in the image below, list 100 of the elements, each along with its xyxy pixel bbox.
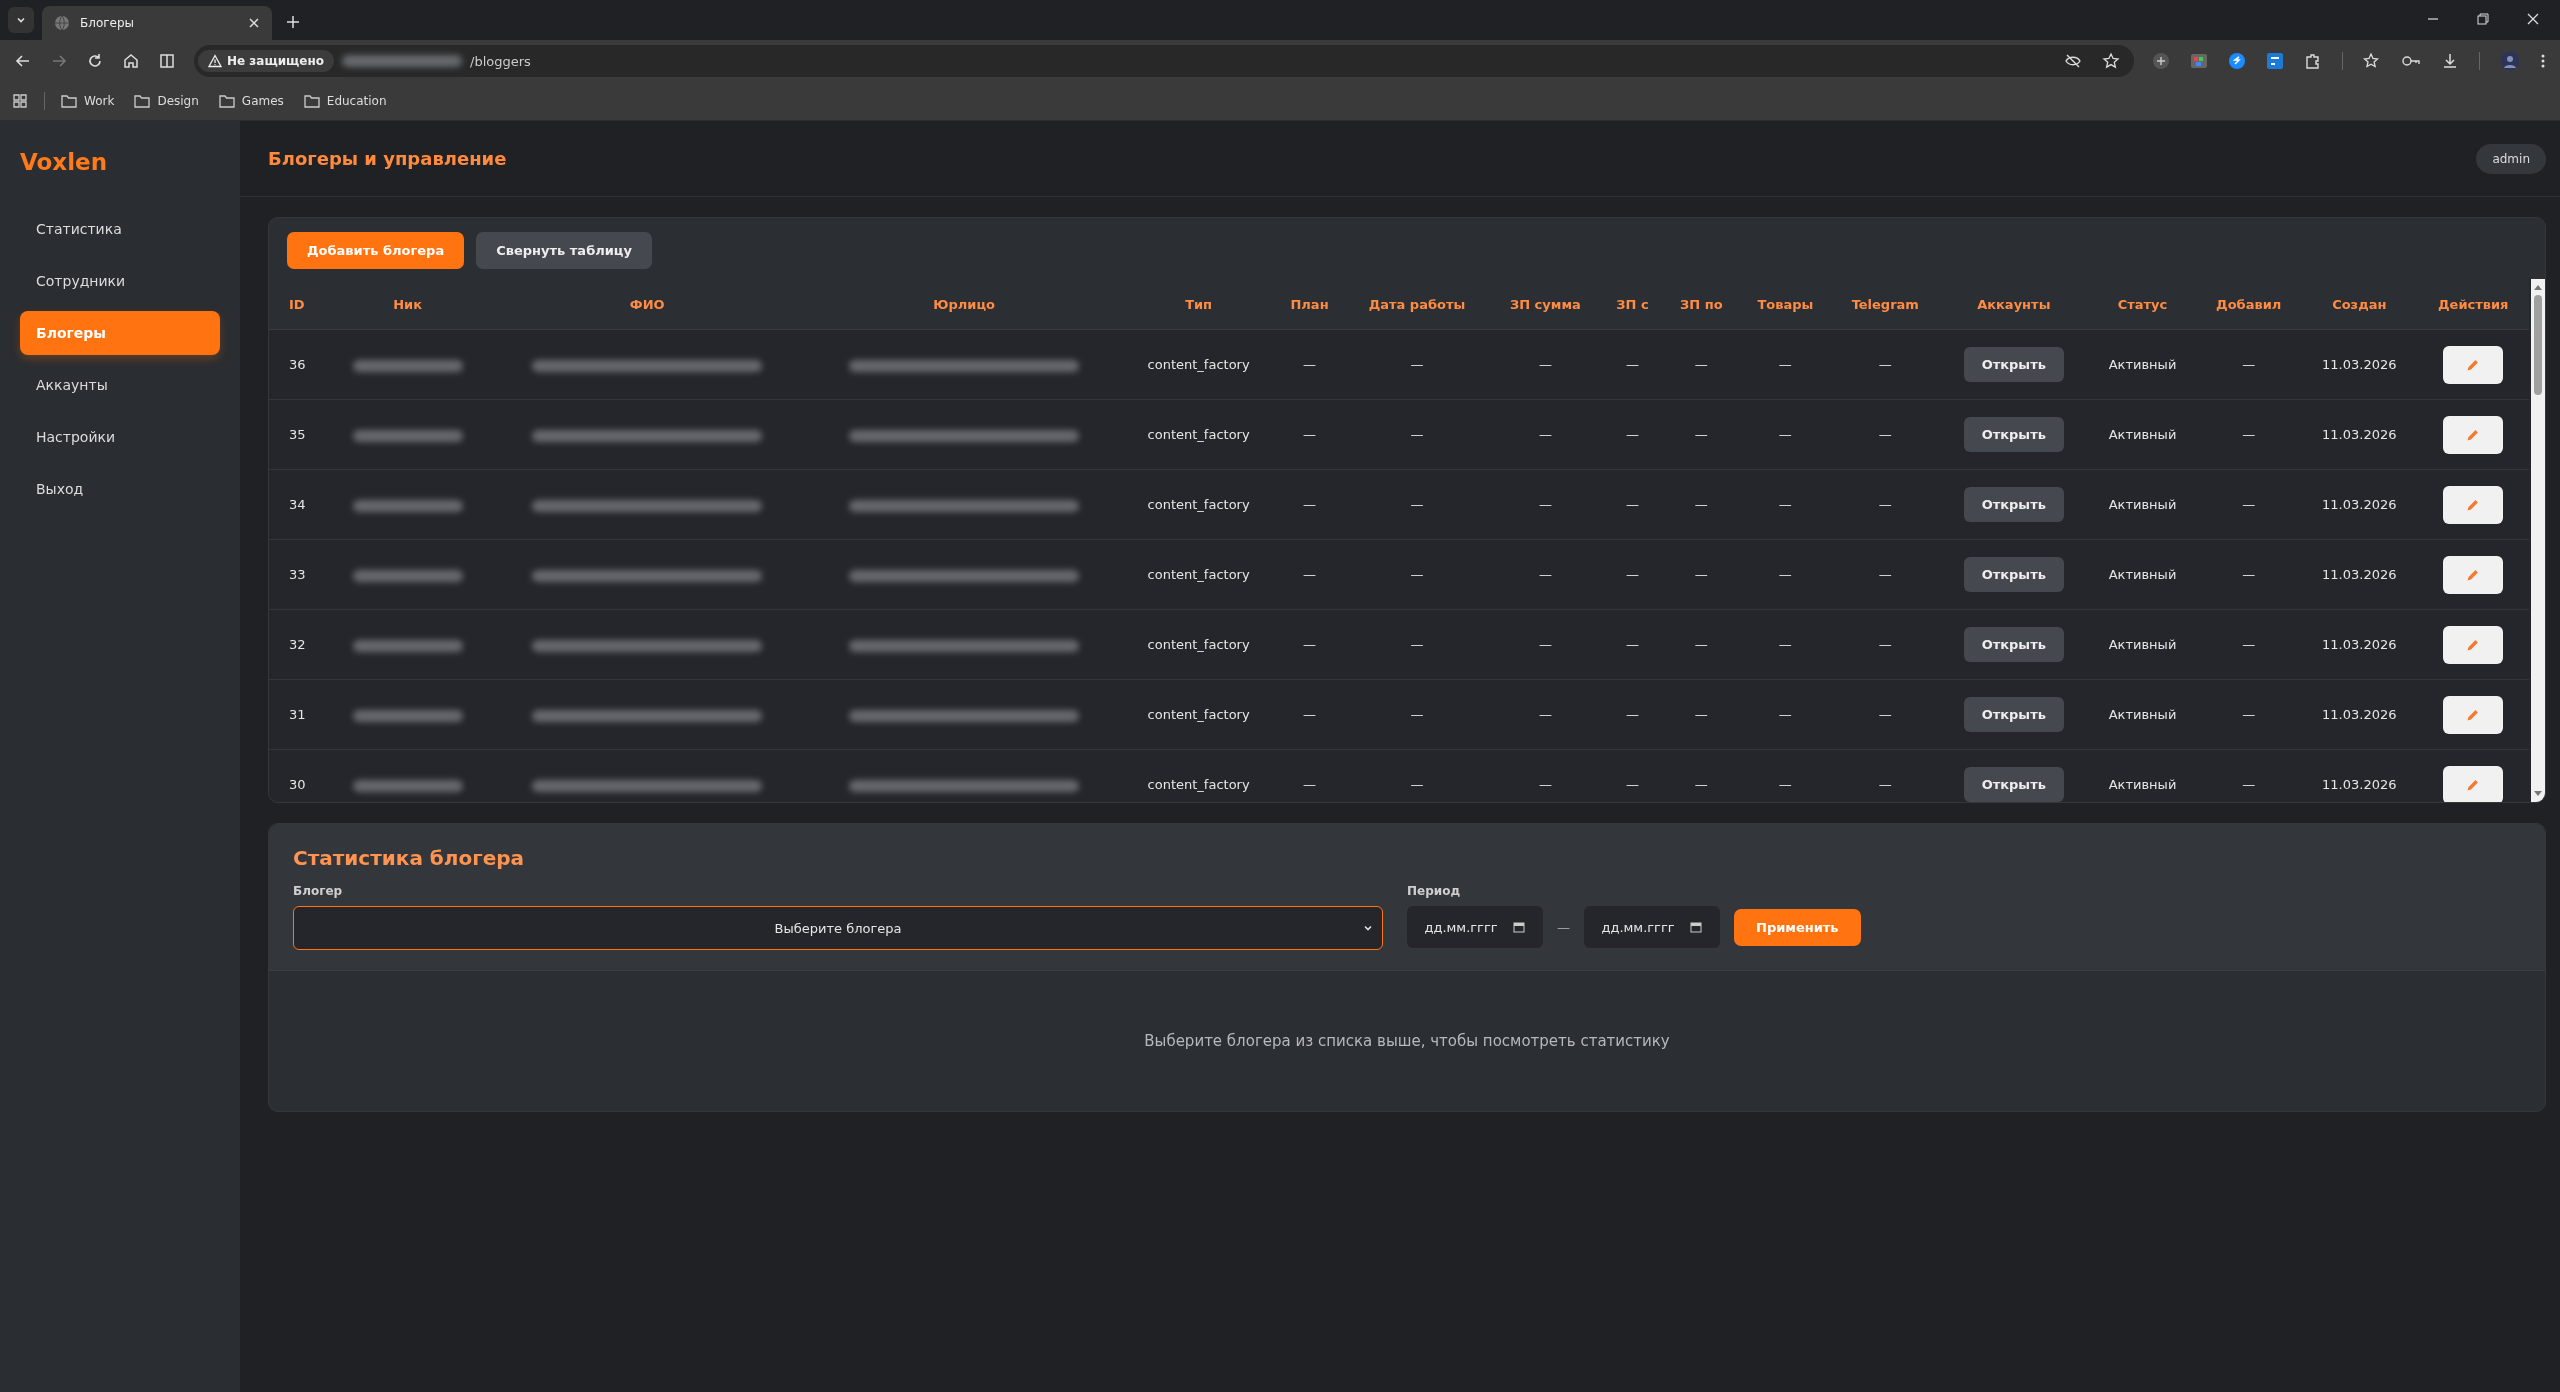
sidebar-item[interactable]: Статистика	[20, 207, 220, 251]
restore-icon[interactable]	[2476, 12, 2490, 26]
table-cell: content_factory	[1147, 497, 1250, 512]
table-cell: —	[2242, 357, 2256, 372]
security-chip[interactable]: Не защищено	[198, 50, 335, 72]
table-cell: —	[1303, 777, 1317, 792]
open-button[interactable]: Открыть	[1963, 697, 2064, 732]
open-button[interactable]: Открыть	[1963, 487, 2064, 522]
eye-slash-icon[interactable]	[2064, 52, 2082, 70]
table-cell: —	[1878, 637, 1892, 652]
user-badge[interactable]: admin	[2476, 143, 2546, 174]
table-cell: Активный	[2108, 637, 2177, 652]
open-button[interactable]: Открыть	[1963, 627, 2064, 662]
section-title: Статистика блогера	[293, 846, 526, 870]
scroll-up-icon[interactable]	[2533, 283, 2543, 291]
bookmark[interactable]: Design	[134, 94, 199, 108]
column-header: Telegram	[1831, 279, 1939, 330]
table-cell: —	[1538, 707, 1552, 722]
extension-icon[interactable]	[2228, 52, 2246, 70]
edit-button[interactable]	[2443, 555, 2504, 594]
new-tab-icon[interactable]	[286, 15, 300, 29]
table-cell: —	[1410, 777, 1424, 792]
date-field[interactable]: дд.мм.гггг	[1407, 906, 1543, 948]
table-cell: —	[1538, 637, 1552, 652]
table-cell: —	[1410, 637, 1424, 652]
tab-list-button[interactable]	[8, 7, 34, 33]
open-button[interactable]: Открыть	[1963, 347, 2064, 382]
plus-circle-icon[interactable]	[2152, 52, 2170, 70]
pencil-icon	[2466, 707, 2481, 722]
more-icon[interactable]	[2540, 52, 2546, 70]
close-icon[interactable]	[2526, 12, 2540, 26]
address-bar[interactable]: Не защищено /bloggers	[194, 45, 2134, 77]
table-cell: 11.03.2026	[2322, 357, 2397, 372]
scrollbar[interactable]	[2531, 279, 2545, 802]
empty-message: Выберите блогера из списка выше, чтобы посмотреть статистику	[1144, 1032, 1670, 1050]
puzzle-icon[interactable]	[2304, 52, 2322, 70]
table-cell: —	[1694, 567, 1708, 582]
field-label: Период	[1407, 884, 1462, 898]
pencil-icon	[2466, 637, 2481, 652]
table-cell: —	[1694, 497, 1708, 512]
column-header: Добавил	[2196, 279, 2301, 330]
date-field[interactable]: дд.мм.гггг	[1584, 906, 1720, 948]
sidebar-item[interactable]: Настройки	[20, 415, 220, 459]
table-cell: —	[1538, 427, 1552, 442]
edit-button[interactable]	[2443, 345, 2504, 384]
browser-tab[interactable]: Блогеры	[42, 6, 272, 40]
home-icon[interactable]	[122, 52, 140, 70]
globe-icon	[54, 15, 70, 31]
edit-button[interactable]	[2443, 765, 2504, 802]
table-cell: —	[1410, 497, 1424, 512]
collapse-button[interactable]: Свернуть таблицу	[476, 232, 652, 269]
pencil-icon	[2466, 357, 2481, 372]
close-icon[interactable]	[248, 17, 260, 29]
edit-button[interactable]	[2443, 695, 2504, 734]
edit-button[interactable]	[2443, 485, 2504, 524]
table-cell: —	[1878, 707, 1892, 722]
scroll-thumb[interactable]	[2534, 295, 2542, 395]
column-header: Тип	[1122, 279, 1275, 330]
avatar-icon[interactable]	[2500, 51, 2520, 71]
table-cell: Активный	[2108, 777, 2177, 792]
folder-icon	[218, 94, 235, 108]
table-cell: —	[1538, 777, 1552, 792]
split-view-icon[interactable]	[158, 52, 176, 70]
star-list-icon[interactable]	[2363, 52, 2381, 70]
extension-icon[interactable]	[2190, 52, 2208, 70]
bookmark[interactable]: Work	[61, 94, 115, 108]
bookmark[interactable]: Education	[303, 94, 387, 108]
sidebar-item[interactable]: Сотрудники	[20, 259, 220, 303]
table-cell: —	[1410, 567, 1424, 582]
table-cell: —	[1694, 357, 1708, 372]
table-cell: —	[1878, 427, 1892, 442]
edit-button[interactable]	[2443, 415, 2504, 454]
blogger-select[interactable]: Выберите блогера	[293, 906, 1383, 950]
scroll-down-icon[interactable]	[2533, 790, 2543, 798]
extension-icon[interactable]	[2266, 52, 2284, 70]
open-button[interactable]: Открыть	[1963, 767, 2064, 802]
table-cell: —	[1778, 427, 1792, 442]
column-header: Создан	[2301, 279, 2418, 330]
download-icon[interactable]	[2441, 52, 2459, 70]
table-cell: —	[1303, 707, 1317, 722]
calendar-icon	[1511, 920, 1526, 934]
open-button[interactable]: Открыть	[1963, 417, 2064, 452]
table-cell: —	[1694, 777, 1708, 792]
table-cell: content_factory	[1147, 707, 1250, 722]
pencil-icon	[2466, 427, 2481, 442]
star-icon[interactable]	[2102, 52, 2120, 70]
reload-icon[interactable]	[86, 52, 104, 70]
sidebar-item[interactable]: Выход	[20, 467, 220, 511]
edit-button[interactable]	[2443, 625, 2504, 664]
bookmark[interactable]: Games	[218, 94, 284, 108]
column-header: План	[1274, 279, 1345, 330]
sidebar-item[interactable]: Аккаунты	[20, 363, 220, 407]
page-title: Блогеры и управление	[268, 148, 507, 169]
range-separator: —	[1557, 919, 1570, 935]
table-cell: —	[1303, 637, 1317, 652]
table-cell: —	[1303, 567, 1317, 582]
open-button[interactable]: Открыть	[1963, 557, 2064, 592]
table-cell: —	[1410, 707, 1424, 722]
table-cell: —	[1778, 567, 1792, 582]
apps-grid-icon[interactable]	[12, 93, 28, 109]
